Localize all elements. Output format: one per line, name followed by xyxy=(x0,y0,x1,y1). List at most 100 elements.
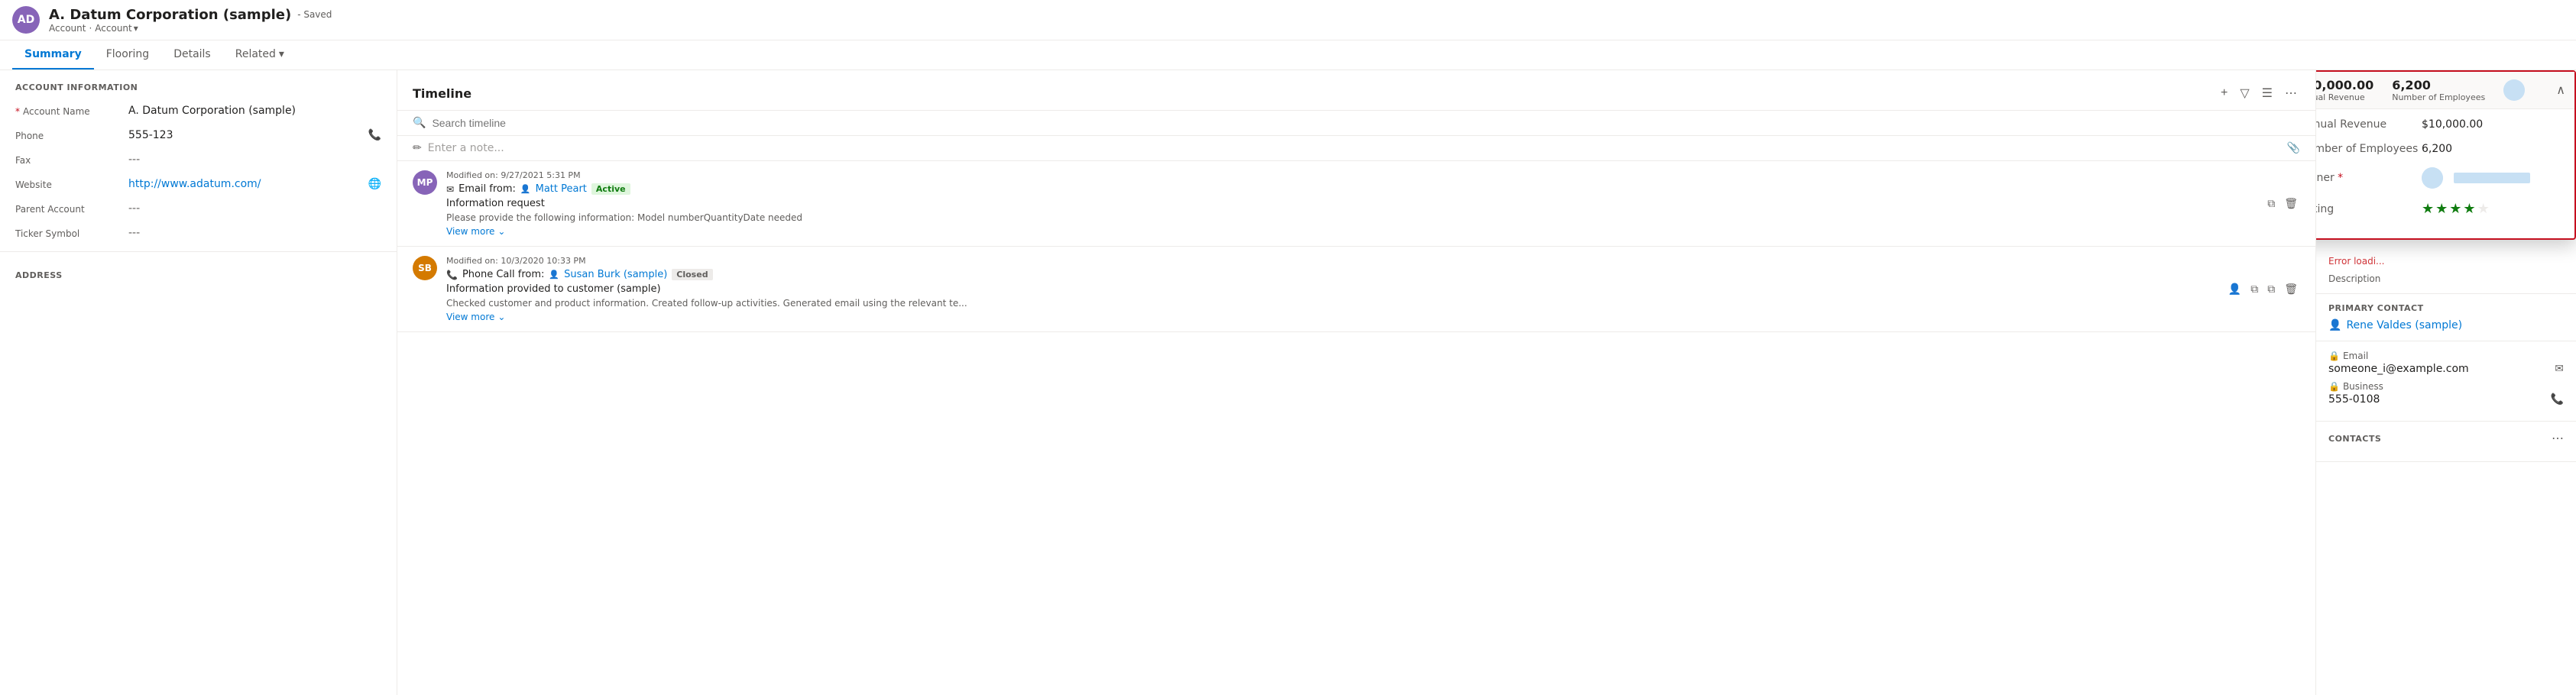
entry-copy-btn-2[interactable]: ⧉ xyxy=(2248,256,2260,322)
field-value-ticker: --- xyxy=(128,227,381,239)
star-2[interactable]: ★ xyxy=(2435,201,2448,217)
subtitle-sep: · xyxy=(89,23,92,34)
entry-avatar-1: MP xyxy=(413,170,437,195)
popup-row-rating-label: Rating xyxy=(2316,203,2422,215)
entry-author-2[interactable]: Susan Burk (sample) xyxy=(564,269,667,280)
record-name: A. Datum Corporation (sample) xyxy=(49,7,291,23)
note-placeholder[interactable]: Enter a note... xyxy=(428,142,2287,154)
field-value-fax: --- xyxy=(128,154,381,166)
star-3[interactable]: ★ xyxy=(2449,201,2461,217)
business-phone-field-group: 🔒 Business 555-0108 📞 xyxy=(2328,381,2564,406)
entry-assign-btn-2[interactable]: 👤 xyxy=(2226,256,2244,322)
pencil-icon: ✏ xyxy=(413,142,422,154)
related-chevron-icon: ▾ xyxy=(279,48,284,60)
entry-date-2: Modified on: 10/3/2020 10:33 PM xyxy=(446,256,2217,266)
popup-stats: $10,000.00 Annual Revenue 6,200 Number o… xyxy=(2316,78,2531,102)
required-star: * xyxy=(15,106,20,117)
field-label-phone: Phone xyxy=(15,129,122,141)
timeline-search-input[interactable] xyxy=(432,117,2300,129)
star-4[interactable]: ★ xyxy=(2463,201,2475,217)
owner-avatar-thumb xyxy=(2503,79,2525,101)
email-icon-1: ✉ xyxy=(446,184,454,195)
phone-icon[interactable]: 📞 xyxy=(368,129,381,141)
entry-flag-btn-2[interactable]: ⧉ xyxy=(2265,256,2277,322)
field-value-website: http://www.adatum.com/ 🌐 xyxy=(128,178,381,190)
contact-person-icon: 👤 xyxy=(2328,319,2341,331)
view-more-1[interactable]: View more ⌄ xyxy=(446,226,2256,237)
tab-flooring[interactable]: Flooring xyxy=(94,40,161,70)
entry-content-2: Modified on: 10/3/2020 10:33 PM 📞 Phone … xyxy=(446,256,2217,322)
email-field-group: 🔒 Email someone_i@example.com ✉ xyxy=(2328,351,2564,375)
popup-row-owner-value xyxy=(2422,167,2562,189)
view-more-chevron-2: ⌄ xyxy=(497,312,505,322)
popup-row-owner-label: Owner * xyxy=(2316,172,2422,184)
tab-summary[interactable]: Summary xyxy=(12,40,94,70)
timeline-more-button[interactable]: ⋯ xyxy=(2282,82,2300,104)
field-label-parent-account: Parent Account xyxy=(15,202,122,215)
popup-stat-revenue: $10,000.00 Annual Revenue xyxy=(2316,78,2373,102)
tab-details[interactable]: Details xyxy=(161,40,223,70)
entry-body-1: Information request xyxy=(446,198,2256,209)
field-row-parent-account: Parent Account --- xyxy=(0,196,397,221)
view-more-2[interactable]: View more ⌄ xyxy=(446,312,2217,322)
entry-delete-btn-1[interactable]: 🗑 xyxy=(2282,170,2300,237)
email-label: 🔒 Email xyxy=(2328,351,2564,361)
contacts-more-btn[interactable]: ⋯ xyxy=(2552,431,2564,446)
error-area: Error loadi... Description xyxy=(2316,246,2576,294)
biz-phone-icon[interactable]: 📞 xyxy=(2551,393,2564,406)
entry-badge-1: Active xyxy=(591,183,630,195)
contacts-section: CONTACTS ⋯ xyxy=(2316,422,2576,462)
email-section: 🔒 Email someone_i@example.com ✉ 🔒 Busine… xyxy=(2316,341,2576,422)
popup-row-employees: Number of Employees 6,200 xyxy=(2316,143,2562,155)
business-label: 🔒 Business xyxy=(2328,381,2564,392)
entry-copy-btn-1[interactable]: ⧉ xyxy=(2265,170,2277,237)
field-row-phone: Phone 555-123 📞 xyxy=(0,123,397,147)
entry-author-1[interactable]: Matt Peart xyxy=(536,183,587,195)
entry-body-2: Information provided to customer (sample… xyxy=(446,283,2217,295)
primary-contact-link[interactable]: 👤 Rene Valdes (sample) xyxy=(2328,319,2564,331)
owner-required-dot: * xyxy=(2338,172,2343,184)
star-1[interactable]: ★ xyxy=(2422,201,2434,217)
contacts-title: CONTACTS ⋯ xyxy=(2328,431,2564,446)
timeline-add-button[interactable]: + xyxy=(2218,83,2231,103)
popup-row-owner: Owner * xyxy=(2316,167,2562,189)
rating-stars: ★ ★ ★ ★ ★ xyxy=(2422,201,2562,217)
entry-description-2: Checked customer and product information… xyxy=(446,298,2217,309)
subtitle-type: Account xyxy=(49,23,86,34)
entry-delete-btn-2[interactable]: 🗑 xyxy=(2282,256,2300,322)
timeline-filter-button[interactable]: ▽ xyxy=(2237,82,2252,104)
field-row-fax: Fax --- xyxy=(0,147,397,172)
right-panel: $10,000.00 Annual Revenue 6,200 Number o… xyxy=(2316,70,2576,695)
business-phone-value: 555-0108 📞 xyxy=(2328,393,2564,406)
popup-row-employees-label: Number of Employees xyxy=(2316,143,2422,155)
entry-description-1: Please provide the following information… xyxy=(446,212,2256,223)
attach-icon[interactable]: 📎 xyxy=(2287,142,2300,154)
entry-title-1: ✉ Email from: 👤 Matt Peart Active xyxy=(446,183,2256,195)
timeline-list-button[interactable]: ☰ xyxy=(2259,82,2276,104)
entry-actions-1: ⧉ 🗑 xyxy=(2265,170,2300,237)
globe-icon[interactable]: 🌐 xyxy=(368,178,381,190)
field-row-ticker: Ticker Symbol --- xyxy=(0,221,397,245)
lock-email-icon: 🔒 xyxy=(2328,351,2340,361)
tabs-bar: Summary Flooring Details Related ▾ xyxy=(0,40,2576,70)
record-subtitle: Account · Account ▾ xyxy=(49,23,332,34)
star-5[interactable]: ★ xyxy=(2477,201,2490,217)
entry-actions-2: 👤 ⧉ ⧉ 🗑 xyxy=(2226,256,2300,322)
field-label-ticker: Ticker Symbol xyxy=(15,227,122,239)
owner-avatar xyxy=(2422,167,2443,189)
field-value-parent-account: --- xyxy=(128,202,381,215)
popup-stat-revenue-value: $10,000.00 xyxy=(2316,78,2373,92)
entry-badge-2: Closed xyxy=(672,269,712,280)
subtitle-entity[interactable]: Account ▾ xyxy=(95,23,138,34)
primary-contact-section: Primary Contact 👤 Rene Valdes (sample) xyxy=(2316,294,2576,341)
popup-close-button[interactable]: ∧ xyxy=(2556,82,2565,98)
description-label: Description xyxy=(2328,273,2564,284)
popup-row-revenue: Annual Revenue $10,000.00 xyxy=(2316,118,2562,131)
error-link[interactable]: Error loadi... xyxy=(2328,256,2385,267)
timeline-header: Timeline + ▽ ☰ ⋯ xyxy=(397,70,2315,111)
tab-related[interactable]: Related ▾ xyxy=(223,40,296,70)
avatar: AD xyxy=(12,6,40,34)
email-action-icon[interactable]: ✉ xyxy=(2555,363,2564,375)
address-section-title: ADDRESS xyxy=(0,258,397,286)
popup-stat-employees-label: Number of Employees xyxy=(2392,92,2485,102)
